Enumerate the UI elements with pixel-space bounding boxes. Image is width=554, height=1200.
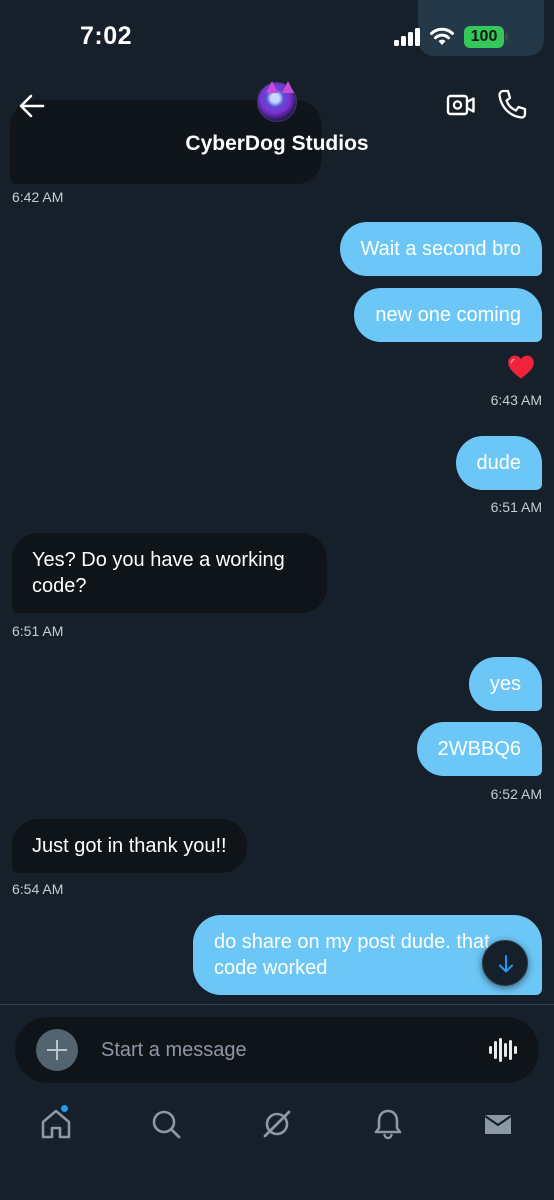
message-bubble-outgoing[interactable]: 2WBBQ6 bbox=[416, 722, 542, 776]
home-icon[interactable] bbox=[36, 1104, 76, 1144]
wifi-icon bbox=[430, 27, 454, 45]
message-bubble-outgoing[interactable]: new one coming bbox=[354, 288, 542, 342]
timestamp: 6:51 AM bbox=[490, 499, 542, 515]
back-arrow-icon[interactable] bbox=[16, 90, 48, 122]
heart-reaction-icon[interactable] bbox=[507, 354, 535, 380]
add-attachment-button[interactable] bbox=[36, 1029, 78, 1071]
battery-indicator: 100 bbox=[464, 26, 504, 48]
arrow-down-icon bbox=[499, 955, 513, 973]
timestamp: 6:51 AM bbox=[12, 623, 64, 639]
avatar[interactable] bbox=[257, 81, 297, 122]
bottom-navigation bbox=[0, 1092, 554, 1162]
message-bubble-incoming[interactable]: Just got in thank you!! bbox=[12, 819, 247, 873]
message-text: new one coming bbox=[375, 304, 521, 326]
message-bubble-incoming[interactable]: Yes? Do you have a working code? bbox=[12, 533, 327, 613]
grok-icon[interactable] bbox=[257, 1104, 297, 1144]
messages-icon[interactable] bbox=[478, 1104, 518, 1144]
message-bubble-outgoing[interactable]: Wait a second bro bbox=[339, 222, 542, 276]
message-bubble-outgoing[interactable]: dude bbox=[455, 436, 542, 490]
message-composer bbox=[15, 1017, 539, 1083]
message-input[interactable] bbox=[101, 1029, 461, 1071]
search-icon[interactable] bbox=[146, 1104, 186, 1144]
message-text: 2WBBQ6 bbox=[437, 738, 521, 760]
timestamp: 6:43 AM bbox=[490, 392, 542, 408]
phone-call-icon[interactable] bbox=[497, 88, 527, 120]
message-text: Yes? Do you have a working code? bbox=[32, 549, 285, 597]
message-text: yes bbox=[489, 673, 521, 695]
video-call-icon[interactable] bbox=[446, 90, 476, 120]
status-time: 7:02 bbox=[80, 22, 133, 50]
timestamp: 6:54 AM bbox=[12, 881, 64, 897]
composer-divider bbox=[0, 1004, 554, 1005]
conversation-header: CyberDog Studios bbox=[0, 70, 554, 180]
timestamp: 6:42 AM bbox=[12, 189, 64, 205]
message-bubble-outgoing[interactable]: yes bbox=[468, 657, 542, 711]
message-text: Just got in thank you!! bbox=[32, 835, 227, 857]
scroll-to-bottom-button[interactable] bbox=[482, 940, 528, 986]
contact-name[interactable]: CyberDog Studios bbox=[0, 132, 554, 156]
status-bar: 7:02 100 bbox=[0, 0, 554, 70]
voice-message-icon[interactable] bbox=[489, 1038, 517, 1062]
message-text: Wait a second bro bbox=[360, 238, 521, 260]
battery-tip bbox=[505, 33, 508, 41]
cellular-signal-icon bbox=[394, 28, 422, 46]
message-text: dude bbox=[476, 452, 522, 474]
home-notification-dot bbox=[61, 1105, 68, 1112]
message-text: do share on my post dude. that code work… bbox=[214, 931, 490, 979]
notifications-icon[interactable] bbox=[368, 1104, 408, 1144]
timestamp: 6:52 AM bbox=[490, 786, 542, 802]
